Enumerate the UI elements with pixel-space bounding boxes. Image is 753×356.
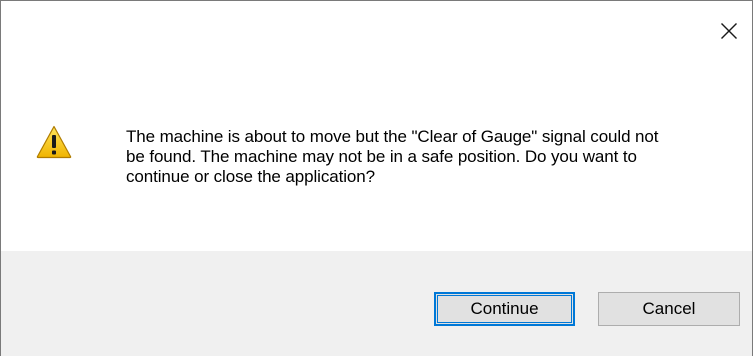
dialog-content: The machine is about to move but the "Cl… — [1, 61, 752, 251]
continue-button[interactable]: Continue — [434, 292, 575, 326]
dialog-message: The machine is about to move but the "Cl… — [126, 127, 659, 186]
title-bar — [1, 1, 752, 61]
close-button[interactable] — [706, 1, 752, 61]
dialog-footer: Continue Cancel — [1, 251, 752, 356]
message-dialog: The machine is about to move but the "Cl… — [0, 0, 753, 356]
warning-icon — [36, 125, 72, 159]
cancel-button[interactable]: Cancel — [598, 292, 740, 326]
focus-ring — [437, 295, 572, 323]
cancel-button-label: Cancel — [642, 299, 696, 318]
close-icon — [721, 23, 737, 39]
